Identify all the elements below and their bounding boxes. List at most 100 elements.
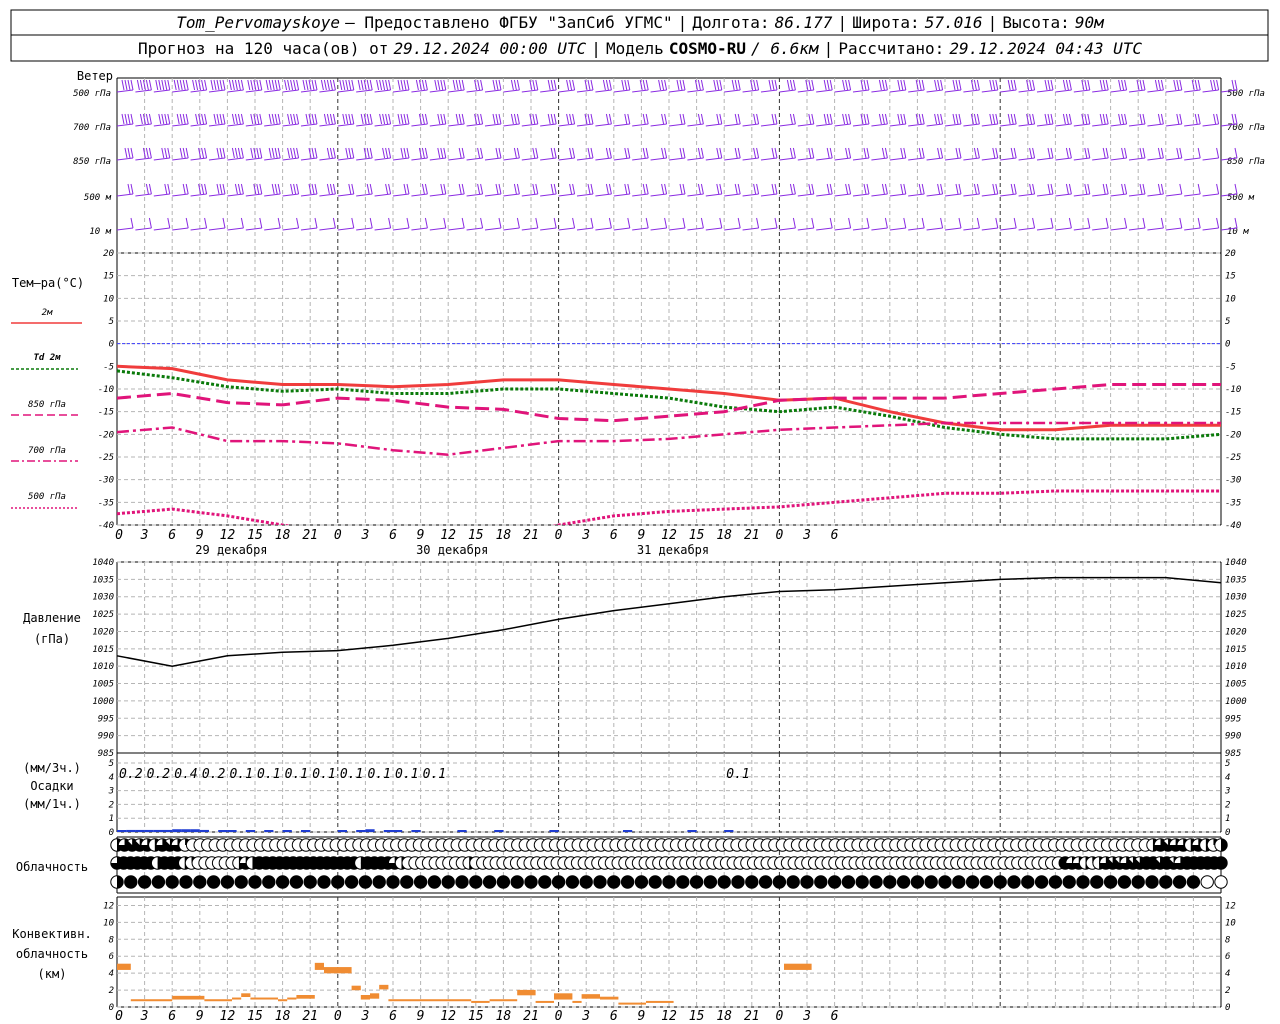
wind-barb-flag <box>627 79 631 91</box>
cloud-symbol <box>331 875 345 889</box>
temp-ytick-right: 0 <box>1225 340 1230 350</box>
wind-barb-flag <box>826 113 830 125</box>
wind-barb-flag <box>513 147 517 159</box>
temperature-legend: 2м Td 2м 850 гПа 700 гПа 500 гПа <box>11 308 82 509</box>
precip-bar <box>181 829 191 832</box>
wind-barb-flag <box>406 183 410 195</box>
conv-ytick-left: 2 <box>109 986 114 996</box>
wind-barb-flag <box>608 79 612 91</box>
wind-barb-flag <box>461 113 465 125</box>
wind-barb-flag <box>342 113 346 125</box>
wind-barb-flag <box>792 79 796 91</box>
wind-barb-flag <box>823 113 827 125</box>
wind-barb-flag <box>345 113 349 125</box>
wind-barb-flag <box>958 113 962 125</box>
wind-barb-flag <box>918 183 922 195</box>
wind-barb-shaft <box>282 157 299 161</box>
wind-barb-flag <box>290 183 294 195</box>
wind-barb-flag <box>572 217 576 229</box>
temp-hour-tick: 18 <box>275 528 291 543</box>
cloud-fill <box>621 875 634 889</box>
wind-barb-flag <box>808 113 812 125</box>
wind-barb-flag <box>535 113 539 125</box>
wind-barb-flag <box>937 183 941 195</box>
wind-barb-flag <box>477 113 481 125</box>
wind-barb-shaft <box>1110 157 1127 161</box>
precip-3h-value: 0.1 <box>367 767 390 782</box>
pres-ytick-right: 1015 <box>1225 645 1247 655</box>
wind-barb-flag <box>345 147 349 159</box>
cloud-fill <box>179 875 193 889</box>
wind-barb-shaft <box>135 193 152 197</box>
wind-barb-flag <box>995 113 999 125</box>
wind-barb-flag <box>1173 79 1177 91</box>
wind-barb-flag <box>1197 79 1201 91</box>
wind-barb-flag <box>1179 183 1183 195</box>
wind-barb-flag <box>397 79 401 91</box>
wind-barb-flag <box>366 79 370 91</box>
wind-barb-flag <box>535 183 539 195</box>
wind-barb-flag <box>1032 147 1036 159</box>
wind-barb-flag <box>167 79 171 91</box>
cloud-symbol <box>110 875 124 889</box>
wind-barb-shaft <box>282 123 299 127</box>
wind-barb-flag <box>369 217 373 229</box>
wind-barb-flag <box>550 147 554 159</box>
wind-barb-flag <box>351 113 355 125</box>
cloud-symbol <box>607 875 621 889</box>
wind-barb-flag <box>829 147 833 159</box>
cloud-symbol <box>593 875 607 889</box>
conv-hour-tick: 12 <box>661 1009 677 1024</box>
wind-barb-shaft <box>944 157 962 161</box>
wind-barb-shaft <box>981 227 998 231</box>
temp-ytick-left: -25 <box>98 453 114 463</box>
cloud-symbol <box>938 875 952 889</box>
cloud-fill <box>607 875 620 889</box>
wind-barb-flag <box>550 79 554 91</box>
cloud-fill <box>1221 838 1228 852</box>
conv-segment <box>388 999 472 1002</box>
alt-value: 90м <box>1075 13 1105 32</box>
wind-barb-flag <box>382 147 386 159</box>
cloud-symbol <box>496 875 511 889</box>
wind-barb-shaft <box>668 227 686 231</box>
temp-hour-tick: 9 <box>196 528 204 543</box>
precip-bar <box>356 830 366 832</box>
wind-barb-flag <box>845 79 849 91</box>
wind-barb-flag <box>510 79 514 91</box>
precip-bar <box>163 829 173 832</box>
wind-barb-flag <box>590 217 594 229</box>
wind-barb-shaft <box>1184 123 1201 127</box>
wind-barb-flag <box>608 147 612 159</box>
cloud-fill <box>1118 875 1131 889</box>
temp-ytick-left: -40 <box>98 521 114 531</box>
wind-barb-flag <box>271 147 275 159</box>
wind-barb-shaft <box>282 227 299 231</box>
wind-barb-flag <box>952 79 956 91</box>
cloud-symbol <box>344 875 359 889</box>
cloud-symbol <box>1159 875 1173 889</box>
wind-barb-flag <box>210 79 214 91</box>
header-sep-5: | <box>824 39 834 58</box>
temp-hour-tick: 21 <box>744 528 760 543</box>
cloud-symbol <box>303 875 317 889</box>
wind-barb-flag <box>185 217 189 229</box>
cloud-symbol <box>358 875 373 889</box>
precip-3h-value: 0.1 <box>395 767 418 782</box>
wind-barb-flag <box>385 113 389 125</box>
cloud-fill <box>566 875 579 889</box>
wind-barb-shaft <box>1092 89 1109 93</box>
temp-hour-tick: 0 <box>334 528 342 543</box>
wind-barb-shaft <box>374 89 391 93</box>
wind-barb-flag <box>737 217 741 229</box>
wind-barb-flag <box>976 113 980 125</box>
cloud-fill <box>345 875 358 889</box>
wind-barb-flag <box>124 147 128 159</box>
wind-barb-shaft <box>1165 89 1182 93</box>
cloud-fill <box>373 875 386 889</box>
wind-barb-shaft <box>356 123 373 127</box>
wind-barb-flag <box>366 147 370 159</box>
pres-ytick-left: 1030 <box>92 593 114 603</box>
wind-barb-flag <box>461 147 465 159</box>
cloud-symbol <box>1021 875 1035 889</box>
